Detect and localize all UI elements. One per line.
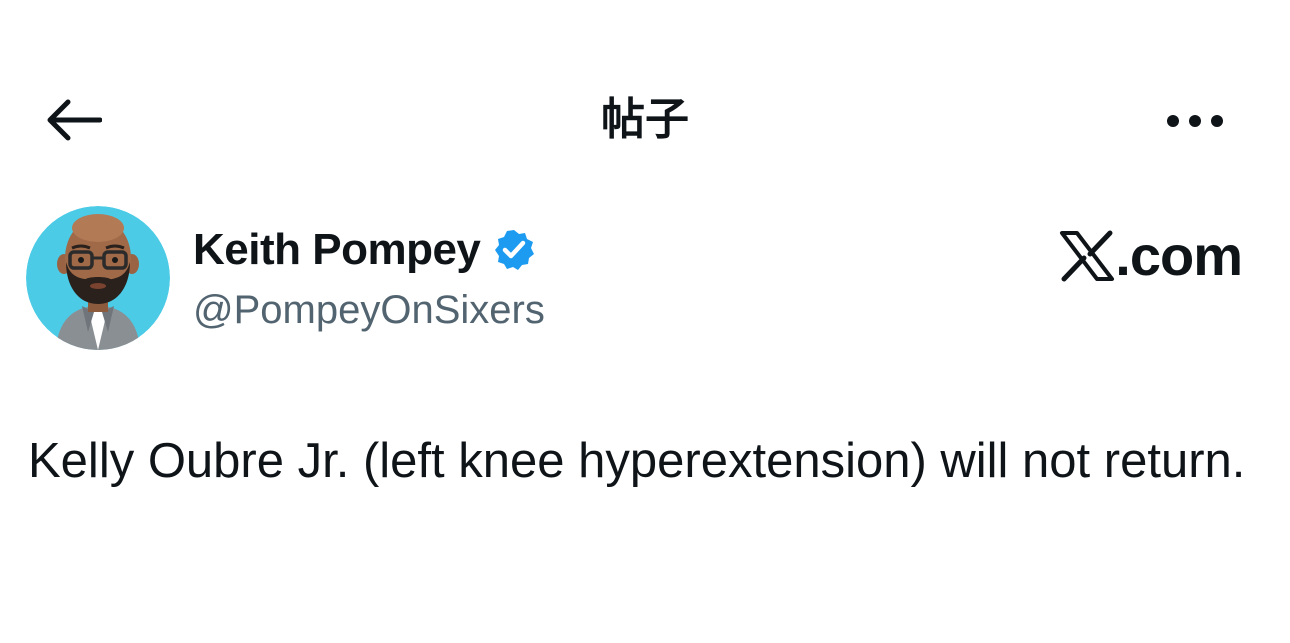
author-name-row: Keith Pompey: [193, 222, 536, 278]
verified-badge-icon: [495, 230, 535, 270]
top-navigation-bar: 帖子: [0, 70, 1290, 170]
more-horizontal-icon: [1167, 115, 1223, 127]
post-text: Kelly Oubre Jr. (left knee hyperextensio…: [28, 434, 1246, 488]
author-name[interactable]: Keith Pompey: [193, 222, 481, 278]
avatar[interactable]: [26, 206, 170, 350]
author-handle[interactable]: @PompeyOnSixers: [193, 284, 545, 336]
source-watermark: .com: [1059, 224, 1243, 287]
source-label: .com: [1115, 224, 1243, 287]
post-author: Keith Pompey @PompeyOnSixers .com: [26, 206, 1266, 356]
more-options-button[interactable]: [1160, 96, 1230, 146]
page-title: 帖子: [601, 94, 689, 145]
x-logo-icon: [1060, 230, 1115, 282]
avatar-memoji: [26, 206, 170, 350]
